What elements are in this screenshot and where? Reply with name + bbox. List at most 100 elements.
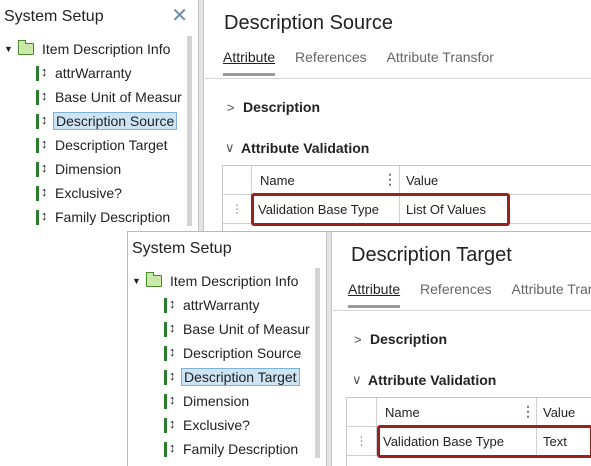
column-header-value[interactable]: Value <box>400 166 591 195</box>
section-label: Description <box>243 99 321 115</box>
grid-header-row: Name ⋮ Value <box>347 398 591 427</box>
tree-item-selected[interactable]: ↕ Description Source <box>36 110 178 132</box>
system-setup-header: System Setup ✕ <box>0 0 198 36</box>
screenshot-description-target: System Setup ▼ Item Description Info ↕ a… <box>127 231 591 466</box>
folder-icon <box>18 40 34 55</box>
column-header-name[interactable]: Name <box>377 398 537 427</box>
tree-item-label: Description Source <box>183 345 302 361</box>
tree-item[interactable]: ↕ attrWarranty <box>36 62 134 84</box>
attribute-icon: ↕ <box>164 392 176 409</box>
drag-handle-icon[interactable]: ⋮ <box>223 195 252 224</box>
tree-item[interactable]: ↕ Family Description <box>36 206 172 228</box>
tree-item[interactable]: ↕ Family Description <box>164 438 300 460</box>
tree-item[interactable]: ↕ Description Source <box>164 342 303 364</box>
tree-item-selected[interactable]: ↕ Description Target <box>164 366 300 388</box>
grid-corner-cell <box>347 398 377 427</box>
tree-view: ▼ Item Description Info ↕ attrWarranty ↕… <box>128 268 310 466</box>
attribute-icon: ↕ <box>36 136 48 153</box>
tab-divider <box>205 78 591 79</box>
attribute-grid: Name ⋮ Value ⋮ Validation Base Type Text <box>346 397 591 466</box>
panel-splitter[interactable] <box>198 0 204 233</box>
section-label: Description <box>370 331 448 347</box>
drag-handle-icon[interactable]: ⋮ <box>347 427 377 456</box>
tree-item-label: Exclusive? <box>55 185 122 201</box>
attribute-grid: Name ⋮ Value ⋮ Validation Base Type List… <box>222 165 591 233</box>
attribute-icon: ↕ <box>164 320 176 337</box>
tree-item-label: Description Target <box>55 137 168 153</box>
tree-item[interactable]: ↕ attrWarranty <box>164 294 262 316</box>
tree-item[interactable]: ↕ Exclusive? <box>36 182 124 204</box>
chevron-right-icon[interactable]: > <box>354 332 370 347</box>
caret-down-icon[interactable]: ▼ <box>4 44 14 54</box>
tree-item[interactable]: ↕ Dimension <box>36 158 123 180</box>
tab-bar: Attribute References Attribute Transfor <box>223 49 510 76</box>
tree-item[interactable]: ↕ Base Unit of Measur <box>36 86 184 108</box>
tab-attribute[interactable]: Attribute <box>348 281 401 308</box>
highlight-box <box>251 193 510 226</box>
tree-item-label: Family Description <box>183 441 299 457</box>
chevron-down-icon[interactable]: ∨ <box>352 372 368 388</box>
attribute-icon: ↕ <box>164 344 176 361</box>
section-description[interactable]: > Description <box>354 331 447 347</box>
tab-bar: Attribute References Attribute Tran <box>348 281 591 308</box>
tab-divider <box>333 310 591 311</box>
tree-root-label: Item Description Info <box>170 273 299 289</box>
caret-down-icon[interactable]: ▼ <box>132 276 142 286</box>
tab-references[interactable]: References <box>420 281 492 305</box>
tree-item-root[interactable]: ▼ Item Description Info <box>132 270 300 292</box>
tree-root-label: Item Description Info <box>42 41 171 57</box>
system-setup-header: System Setup <box>128 232 326 268</box>
system-setup-title: System Setup <box>4 8 104 25</box>
close-icon[interactable]: ✕ <box>171 6 188 26</box>
column-header-name[interactable]: Name <box>252 166 400 195</box>
tree-item-label: Description Source <box>53 112 178 130</box>
attribute-icon: ↕ <box>36 184 48 201</box>
tree-item-label: Description Target <box>181 368 300 386</box>
tree-item-label: Dimension <box>183 393 250 409</box>
detail-title: Description Target <box>351 244 512 266</box>
tree-item-label: Family Description <box>55 209 171 225</box>
section-attribute-validation[interactable]: ∨ Attribute Validation <box>352 372 496 388</box>
tree-scrollbar[interactable] <box>187 36 192 226</box>
detail-panel: Description Target Attribute References … <box>333 232 591 466</box>
tab-references[interactable]: References <box>295 49 367 73</box>
attribute-icon: ↕ <box>164 416 176 433</box>
system-setup-panel: System Setup ✕ ▼ Item Description Info ↕… <box>0 0 198 233</box>
attribute-icon: ↕ <box>36 112 48 129</box>
attribute-icon: ↕ <box>36 160 48 177</box>
tree-item-label: Base Unit of Measur <box>183 321 310 337</box>
column-header-value[interactable]: Value <box>537 398 591 427</box>
tree-item-label: attrWarranty <box>183 297 260 313</box>
tab-attribute[interactable]: Attribute <box>223 49 276 76</box>
tree-item-label: attrWarranty <box>55 65 132 81</box>
chevron-right-icon[interactable]: > <box>227 100 243 115</box>
tree-item-root[interactable]: ▼ Item Description Info <box>4 38 172 60</box>
section-description[interactable]: > Description <box>227 99 320 115</box>
tree-item[interactable]: ↕ Base Unit of Measur <box>164 318 312 340</box>
section-label: Attribute Validation <box>241 140 370 156</box>
panel-splitter[interactable] <box>326 232 332 466</box>
attribute-icon: ↕ <box>36 208 48 225</box>
section-attribute-validation[interactable]: ∨ Attribute Validation <box>225 140 369 156</box>
column-menu-icon[interactable]: ⋮ <box>521 403 535 420</box>
tree-item[interactable]: ↕ Exclusive? <box>164 414 252 436</box>
highlight-box <box>377 425 591 458</box>
tree-item-label: Dimension <box>55 161 122 177</box>
tab-attribute-transformation[interactable]: Attribute Tran <box>512 281 591 305</box>
tree-item[interactable]: ↕ Dimension <box>164 390 251 412</box>
tree-view: ▼ Item Description Info ↕ attrWarranty ↕… <box>0 36 182 233</box>
attribute-icon: ↕ <box>164 296 176 313</box>
tree-item[interactable]: ↕ Description Target <box>36 134 170 156</box>
section-label: Attribute Validation <box>368 372 497 388</box>
system-setup-title: System Setup <box>132 240 232 257</box>
folder-icon <box>146 272 162 287</box>
tab-attribute-transformation[interactable]: Attribute Transfor <box>387 49 494 73</box>
chevron-down-icon[interactable]: ∨ <box>225 140 241 156</box>
attribute-icon: ↕ <box>164 368 176 385</box>
detail-title: Description Source <box>224 12 393 34</box>
tree-scrollbar[interactable] <box>315 268 320 458</box>
attribute-icon: ↕ <box>36 88 48 105</box>
column-menu-icon[interactable]: ⋮ <box>383 171 397 188</box>
tree-item-label: Exclusive? <box>183 417 250 433</box>
grid-corner-cell <box>223 166 252 195</box>
